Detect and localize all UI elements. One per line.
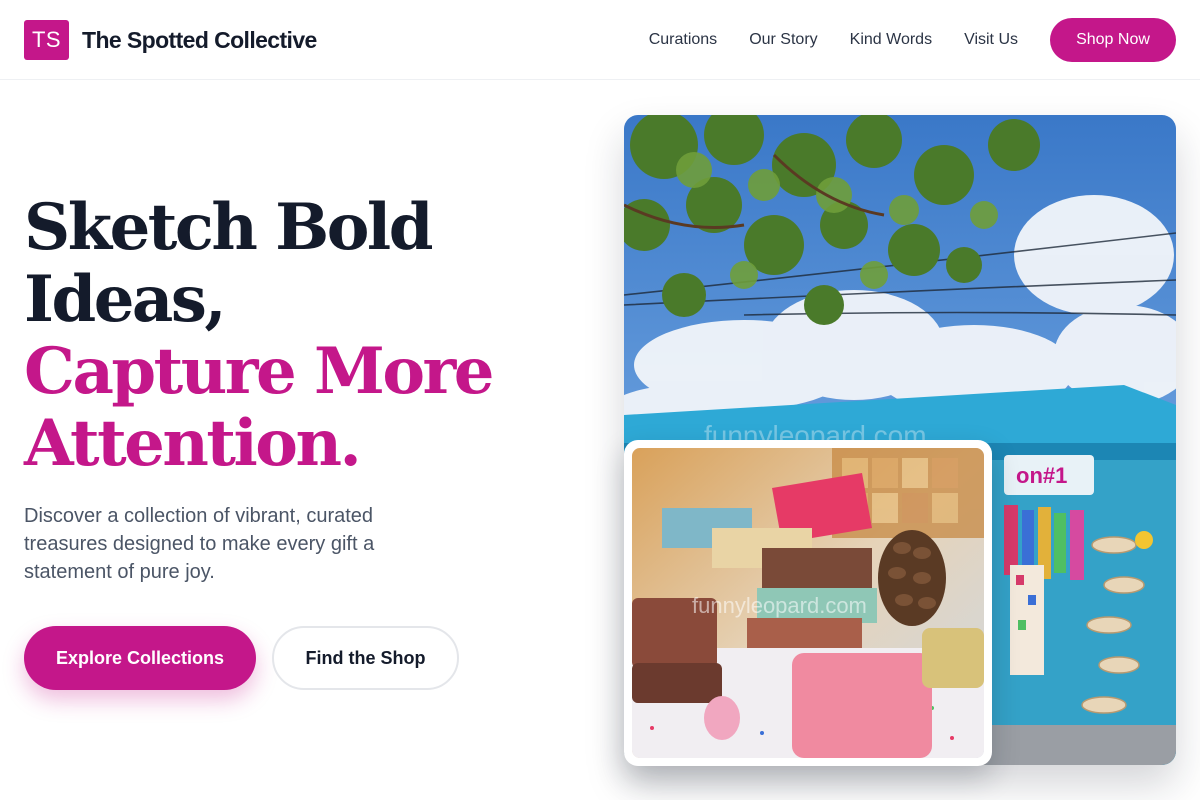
explore-collections-button[interactable]: Explore Collections bbox=[24, 626, 256, 690]
inset-photo-watermark: funnyleopard.com bbox=[692, 593, 867, 618]
nav-link-curations[interactable]: Curations bbox=[649, 31, 717, 49]
shop-now-button[interactable]: Shop Now bbox=[1050, 18, 1176, 62]
brand-name: The Spotted Collective bbox=[82, 26, 317, 53]
headline-line-2: Ideas, bbox=[24, 262, 227, 337]
hero-headline: Sketch Bold Ideas, Capture More Attentio… bbox=[24, 192, 584, 480]
logo[interactable]: TS The Spotted Collective bbox=[24, 20, 317, 60]
svg-text:on#1: on#1 bbox=[1016, 463, 1067, 488]
hero-lead-text: Discover a collection of vibrant, curate… bbox=[24, 505, 375, 583]
headline-line-4: Attention. bbox=[24, 406, 362, 481]
soaps-photo: funnyleopard.com bbox=[632, 448, 984, 758]
find-the-shop-button[interactable]: Find the Shop bbox=[272, 626, 459, 690]
nav-link-our-story[interactable]: Our Story bbox=[749, 31, 817, 49]
nav-link-kind-words[interactable]: Kind Words bbox=[850, 31, 932, 49]
headline-line-3: Capture More bbox=[24, 334, 494, 409]
logo-mark: TS bbox=[24, 20, 69, 60]
headline-line-1: Sketch Bold bbox=[24, 190, 433, 265]
site-header: TS The Spotted Collective Curations Our … bbox=[0, 0, 1200, 80]
main-nav: Curations Our Story Kind Words Visit Us … bbox=[649, 18, 1176, 62]
soaps-photo-card: funnyleopard.com bbox=[624, 440, 992, 766]
nav-link-visit-us[interactable]: Visit Us bbox=[964, 31, 1018, 49]
